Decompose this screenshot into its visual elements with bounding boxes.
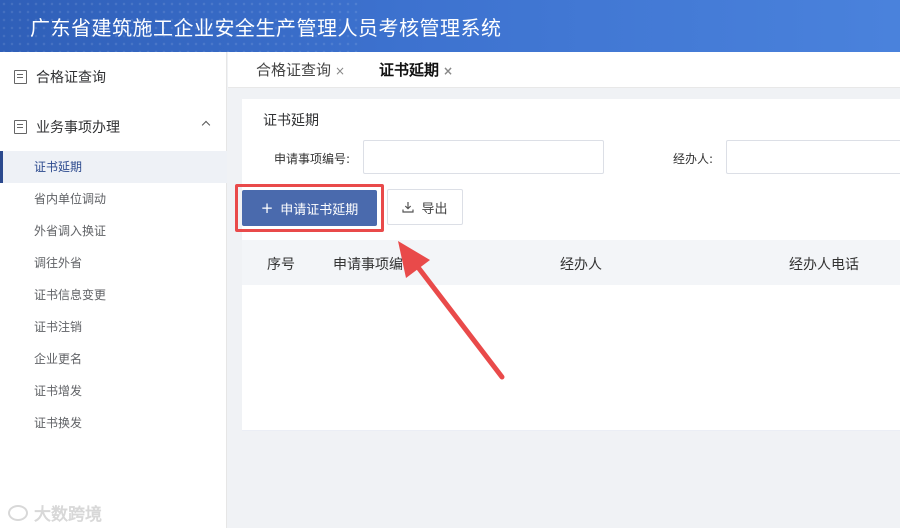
sidebar-item-out-of-province-transfer-in[interactable]: 外省调入换证	[0, 215, 227, 247]
export-button[interactable]: 导出	[387, 189, 463, 225]
tab-bar: 合格证查询 × 证书延期 ×	[228, 52, 900, 88]
tab-label: 合格证查询	[256, 61, 332, 79]
sidebar-item-certificate-info-change[interactable]: 证书信息变更	[0, 279, 227, 311]
table-header: 序号 申请事项编号 经办人 经办人电话	[242, 240, 900, 285]
content-panel: 证书延期 申请事项编号: 经办人: + 申请证书延期 导出 序号 申请事项编号 …	[242, 99, 900, 431]
tab-certificate-extension[interactable]: 证书延期 ×	[379, 59, 453, 80]
close-icon[interactable]: ×	[443, 64, 453, 78]
close-icon[interactable]: ×	[335, 64, 345, 78]
sidebar: 合格证查询 业务事项办理 证书延期 省内单位调动 外省调入换证 调往外省 证书信…	[0, 52, 227, 528]
download-icon	[402, 202, 415, 213]
application-number-label: 申请事项编号:	[274, 152, 351, 166]
sidebar-item-certificate-additional-issue[interactable]: 证书增发	[0, 375, 227, 407]
sidebar-item-company-rename[interactable]: 企业更名	[0, 343, 227, 375]
sidebar-item-provincial-transfer[interactable]: 省内单位调动	[0, 183, 227, 215]
tab-certificate-query[interactable]: 合格证查询 ×	[256, 59, 345, 80]
column-header-index: 序号	[267, 257, 295, 273]
column-header-handler: 经办人	[560, 257, 602, 273]
app-header: 广东省建筑施工企业安全生产管理人员考核管理系统	[0, 0, 900, 52]
handler-label: 经办人:	[673, 152, 714, 166]
annotation-highlight-box	[235, 184, 384, 232]
watermark-text: 大数跨境	[34, 505, 102, 525]
sidebar-menu-certificate-query[interactable]: 合格证查询	[0, 52, 227, 102]
sidebar-item-certificate-reissue[interactable]: 证书换发	[0, 407, 227, 439]
sidebar-menu-label: 业务事项办理	[36, 120, 120, 136]
sidebar-menu-label: 合格证查询	[36, 70, 106, 86]
sidebar-item-transfer-out-province[interactable]: 调往外省	[0, 247, 227, 279]
application-number-input[interactable]	[363, 140, 604, 174]
document-icon	[14, 120, 27, 134]
watermark-logo-icon	[8, 504, 28, 521]
handler-input[interactable]	[726, 140, 900, 174]
chevron-up-icon	[201, 120, 211, 130]
export-label: 导出	[421, 201, 448, 217]
watermark: 大数跨境	[8, 500, 102, 525]
tab-label: 证书延期	[379, 61, 440, 79]
table-body	[242, 285, 900, 431]
sidebar-item-certificate-cancellation[interactable]: 证书注销	[0, 311, 227, 343]
sidebar-item-certificate-extension[interactable]: 证书延期	[0, 151, 227, 183]
app-title: 广东省建筑施工企业安全生产管理人员考核管理系统	[30, 16, 502, 40]
sidebar-menu-business[interactable]: 业务事项办理	[0, 102, 227, 152]
column-header-handler-phone: 经办人电话	[789, 257, 859, 273]
panel-title: 证书延期	[263, 113, 319, 129]
column-header-application-number: 申请事项编号	[333, 257, 417, 273]
document-icon	[14, 70, 27, 84]
